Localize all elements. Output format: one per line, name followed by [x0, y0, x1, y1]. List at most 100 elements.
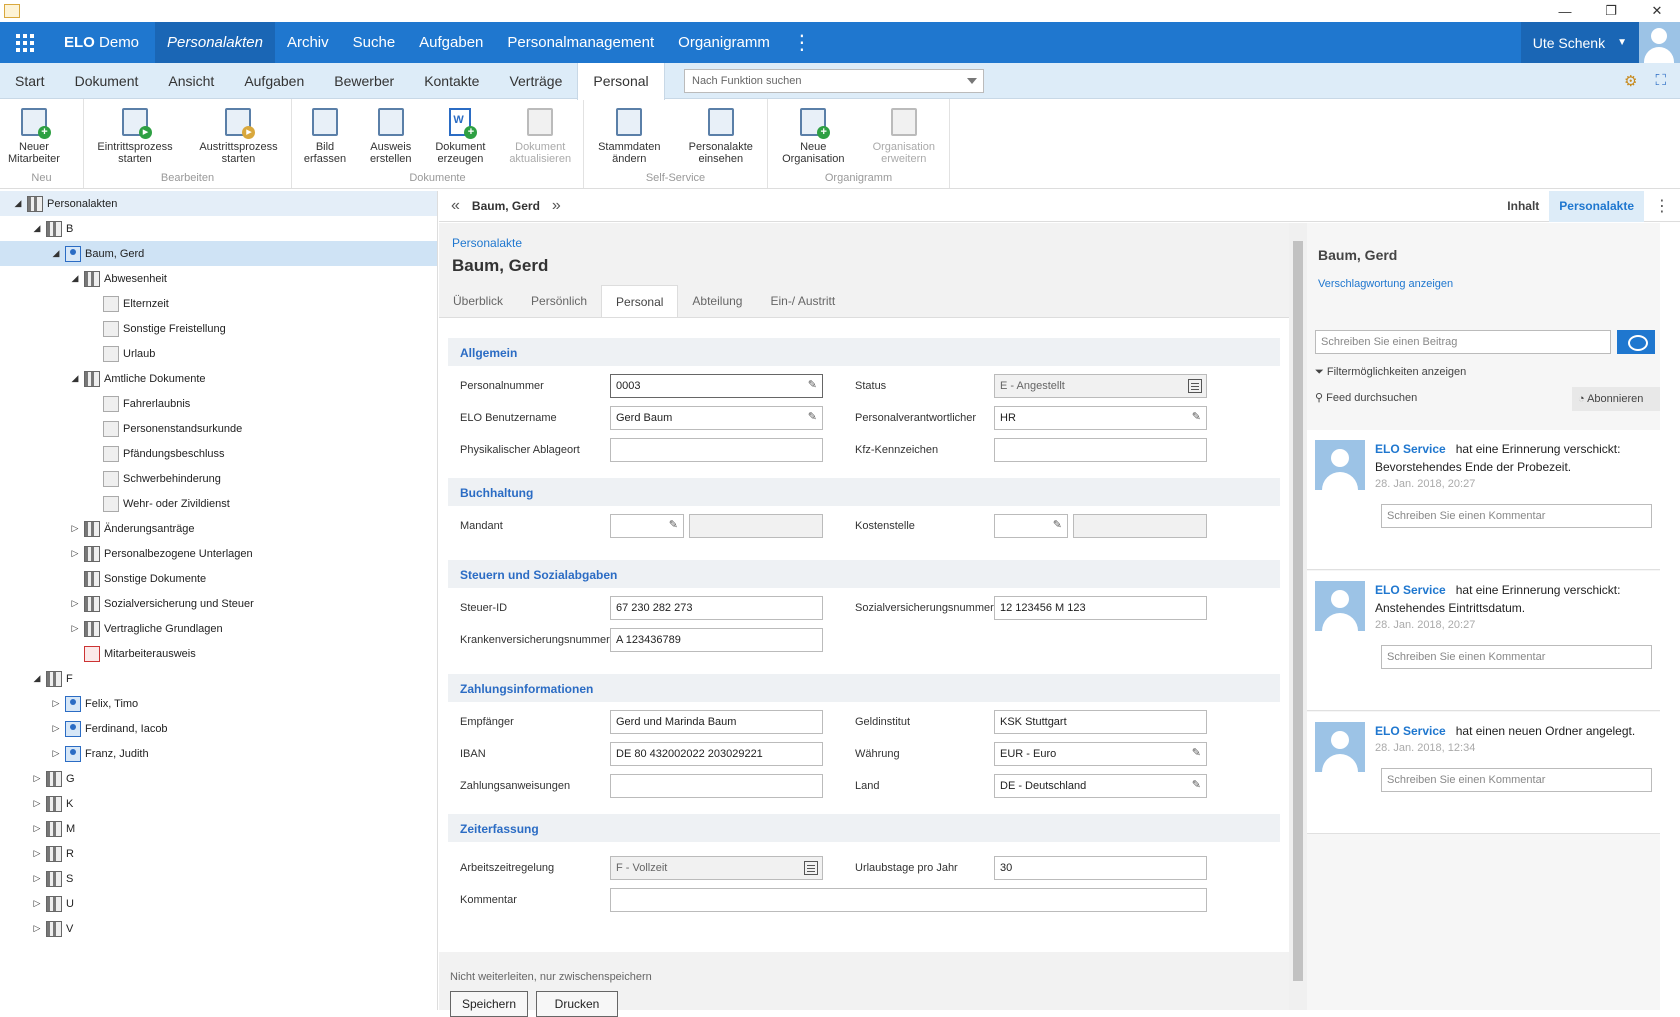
extend-organization-button[interactable]: Organisation erweitern — [865, 107, 943, 172]
change-master-data-button[interactable]: Stammdaten ändern — [590, 107, 668, 172]
tab-personalakte[interactable]: Personalakte — [1549, 191, 1644, 222]
tree-item[interactable]: ▷Felix, Timo — [0, 691, 437, 716]
tab-personal[interactable]: Personal — [577, 63, 664, 100]
expand-toggle-icon[interactable]: ◢ — [50, 248, 62, 259]
capture-image-button[interactable]: Bild erfassen — [296, 107, 354, 172]
settings-icon[interactable]: ⚙ — [1624, 72, 1637, 90]
user-name[interactable]: Ute Schenk — [1521, 35, 1617, 51]
new-employee-button[interactable]: + Neuer Mitarbeiter — [0, 107, 68, 172]
benutzername-input[interactable]: Gerd Baum✎ — [610, 406, 823, 430]
tree-item[interactable]: ▷S — [0, 866, 437, 891]
edit-pencil-icon[interactable]: ✎ — [1192, 746, 1201, 759]
empfaenger-input[interactable]: Gerd und Marinda Baum — [610, 710, 823, 734]
nav-suche[interactable]: Suche — [341, 22, 408, 63]
nav-personalakten[interactable]: Personalakten — [155, 22, 275, 63]
tab-persoenlich[interactable]: Persönlich — [517, 285, 601, 317]
nav-archiv[interactable]: Archiv — [275, 22, 341, 63]
expand-toggle-icon[interactable]: ◢ — [69, 273, 81, 284]
tree-item[interactable]: Wehr- oder Zivildienst — [0, 491, 437, 516]
tab-vertraege[interactable]: Verträge — [494, 63, 577, 99]
start-exit-process-button[interactable]: ▸ Austrittsprozess starten — [191, 107, 285, 172]
expand-toggle-icon[interactable]: ▷ — [31, 898, 43, 909]
tree-item[interactable]: ▷K — [0, 791, 437, 816]
panel-more-icon[interactable]: ⋮ — [1644, 196, 1680, 216]
land-input[interactable]: DE - Deutschland✎ — [994, 774, 1207, 798]
kommentar-input[interactable] — [610, 888, 1207, 912]
restore-button[interactable]: ❐ — [1588, 0, 1634, 22]
expand-toggle-icon[interactable]: ▷ — [50, 748, 62, 759]
tree-item[interactable]: ▷M — [0, 816, 437, 841]
breadcrumb[interactable]: Personalakte — [452, 236, 522, 250]
comment-input[interactable]: Schreiben Sie einen Kommentar — [1381, 504, 1652, 528]
expand-toggle-icon[interactable]: ▷ — [31, 848, 43, 859]
tree-item[interactable]: ▷U — [0, 891, 437, 916]
tree-item[interactable]: Mitarbeiterausweis — [0, 641, 437, 666]
tab-ansicht[interactable]: Ansicht — [153, 63, 229, 99]
expand-toggle-icon[interactable]: ▷ — [31, 873, 43, 884]
tree-item[interactable]: ◢F — [0, 666, 437, 691]
post-input[interactable]: Schreiben Sie einen Beitrag — [1315, 330, 1611, 354]
zahlungsanweisungen-input[interactable] — [610, 774, 823, 798]
expand-toggle-icon[interactable]: ▷ — [69, 623, 81, 634]
edit-pencil-icon[interactable]: ✎ — [1053, 518, 1062, 531]
filter-options-link[interactable]: ⏷ Filtermöglichkeiten anzeigen — [1315, 366, 1466, 379]
user-menu[interactable]: Ute Schenk ▼ — [1521, 22, 1680, 63]
expand-toggle-icon[interactable]: ◢ — [31, 673, 43, 684]
nav-aufgaben[interactable]: Aufgaben — [407, 22, 495, 63]
tree-item[interactable]: ◢Baum, Gerd — [0, 241, 437, 266]
expand-toggle-icon[interactable]: ▷ — [69, 598, 81, 609]
next-record-icon[interactable]: » — [540, 197, 573, 215]
dropdown-caret-icon[interactable] — [967, 78, 977, 84]
list-picker-icon[interactable] — [1188, 379, 1202, 393]
start-entry-process-button[interactable]: ▸ Eintrittsprozess starten — [89, 107, 180, 172]
comment-input[interactable]: Schreiben Sie einen Kommentar — [1381, 768, 1652, 792]
previous-record-icon[interactable]: « — [439, 197, 472, 215]
mandant-input[interactable]: ✎ — [610, 514, 684, 538]
view-personnel-file-button[interactable]: Personalakte einsehen — [681, 107, 761, 172]
new-organization-button[interactable]: + Neue Organisation — [774, 107, 852, 172]
feed-author-link[interactable]: ELO Service — [1375, 583, 1446, 597]
tab-kontakte[interactable]: Kontakte — [409, 63, 494, 99]
expand-toggle-icon[interactable]: ▷ — [50, 698, 62, 709]
tab-abteilung[interactable]: Abteilung — [678, 285, 756, 317]
tree-item[interactable]: ▷V — [0, 916, 437, 941]
kvnr-input[interactable]: A 123436789 — [610, 628, 823, 652]
tree-item[interactable]: Sonstige Dokumente — [0, 566, 437, 591]
edit-pencil-icon[interactable]: ✎ — [669, 518, 678, 531]
edit-pencil-icon[interactable]: ✎ — [1192, 778, 1201, 791]
iban-input[interactable]: DE 80 432002022 203029221 — [610, 742, 823, 766]
nav-organigramm[interactable]: Organigramm — [666, 22, 782, 63]
user-avatar[interactable] — [1639, 22, 1680, 63]
tree-item[interactable]: Fahrerlaubnis — [0, 391, 437, 416]
ablageort-input[interactable] — [610, 438, 823, 462]
expand-toggle-icon[interactable]: ▷ — [69, 548, 81, 559]
tree-item[interactable]: ▷Ferdinand, Iacob — [0, 716, 437, 741]
svnr-input[interactable]: 12 123456 M 123 — [994, 596, 1207, 620]
generate-document-button[interactable]: W+ Dokument erzeugen — [427, 107, 493, 172]
function-search-input[interactable]: Nach Funktion suchen — [684, 69, 984, 93]
apps-grid-button[interactable] — [0, 22, 50, 63]
kostenstelle-input[interactable]: ✎ — [994, 514, 1068, 538]
tab-ein-austritt[interactable]: Ein-/ Austritt — [756, 285, 849, 317]
expand-toggle-icon[interactable]: ◢ — [69, 373, 81, 384]
subscribe-button[interactable]: ◔ Abonnieren — [1572, 387, 1660, 411]
tree-item[interactable]: Elternzeit — [0, 291, 437, 316]
kfz-input[interactable] — [994, 438, 1207, 462]
edit-pencil-icon[interactable]: ✎ — [808, 410, 817, 423]
tree-item[interactable]: ▷Franz, Judith — [0, 741, 437, 766]
tab-personal-form[interactable]: Personal — [601, 285, 678, 317]
urlaubstage-input[interactable]: 30 — [994, 856, 1207, 880]
expand-toggle-icon[interactable]: ◢ — [31, 223, 43, 234]
edit-pencil-icon[interactable]: ✎ — [808, 378, 817, 391]
expand-toggle-icon[interactable]: ▷ — [31, 773, 43, 784]
close-button[interactable]: ✕ — [1634, 0, 1680, 22]
minimize-button[interactable]: — — [1542, 0, 1588, 22]
tree-item[interactable]: Pfändungsbeschluss — [0, 441, 437, 466]
personalverantwortlicher-input[interactable]: HR✎ — [994, 406, 1207, 430]
post-button[interactable] — [1617, 330, 1655, 354]
create-id-card-button[interactable]: Ausweis erstellen — [362, 107, 420, 172]
save-button[interactable]: Speichern — [450, 991, 528, 1017]
print-button[interactable]: Drucken — [536, 991, 618, 1017]
steuerid-input[interactable]: 67 230 282 273 — [610, 596, 823, 620]
tab-dokument[interactable]: Dokument — [60, 63, 154, 99]
